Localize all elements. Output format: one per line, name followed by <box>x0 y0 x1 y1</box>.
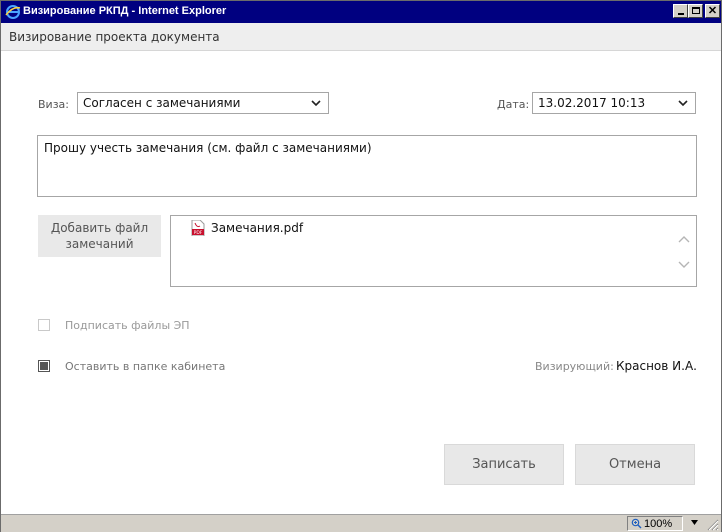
minimize-icon <box>678 13 684 15</box>
date-select[interactable]: 13.02.2017 10:13 <box>532 92 696 114</box>
zoom-magnifier-icon <box>631 518 642 529</box>
ie-window: Визирование РКПД - Internet Explorer ✕ В… <box>0 0 722 532</box>
close-icon: ✕ <box>707 5 718 17</box>
add-remarks-file-button[interactable]: Добавить файл замечаний <box>38 215 161 257</box>
keep-in-folder-checkbox[interactable] <box>38 360 50 372</box>
maximize-icon <box>692 7 700 14</box>
scroll-down-icon[interactable] <box>678 260 690 270</box>
date-label: Дата: <box>497 98 530 111</box>
pdf-icon: PDF <box>191 220 205 236</box>
date-value: 13.02.2017 10:13 <box>538 96 646 110</box>
dialog-header: Визирование проекта документа <box>1 23 721 51</box>
chevron-down-icon <box>678 100 688 107</box>
attached-files-list[interactable]: PDF Замечания.pdf <box>170 215 697 287</box>
cancel-button[interactable]: Отмена <box>575 444 695 485</box>
status-bar: 100% <box>1 514 721 532</box>
keep-in-folder-label: Оставить в папке кабинета <box>65 360 226 373</box>
chevron-down-icon <box>311 100 321 107</box>
visa-label: Виза: <box>38 98 69 111</box>
visa-value: Согласен с замечаниями <box>83 96 241 110</box>
titlebar: Визирование РКПД - Internet Explorer ✕ <box>1 1 721 23</box>
resize-grip-icon[interactable] <box>705 517 719 531</box>
approver-name: Краснов И.А. <box>616 359 697 373</box>
file-name: Замечания.pdf <box>211 221 304 235</box>
comment-textarea[interactable]: Прошу учесть замечания (см. файл с замеч… <box>37 135 697 197</box>
approver-label: Визирующий: <box>535 360 614 373</box>
scroll-up-icon[interactable] <box>678 234 690 244</box>
add-file-label: Добавить файл замечаний <box>50 221 149 251</box>
close-button[interactable]: ✕ <box>705 4 720 18</box>
maximize-button[interactable] <box>688 4 703 18</box>
svg-text:PDF: PDF <box>194 230 203 236</box>
zoom-control[interactable]: 100% <box>627 516 683 531</box>
internet-explorer-icon <box>5 5 21 19</box>
save-button[interactable]: Записать <box>444 444 564 485</box>
dialog-title: Визирование проекта документа <box>9 30 220 44</box>
window-title: Визирование РКПД - Internet Explorer <box>23 5 227 17</box>
visa-select[interactable]: Согласен с замечаниями <box>77 92 329 114</box>
sign-files-checkbox[interactable] <box>38 319 50 331</box>
comment-text: Прошу учесть замечания (см. файл с замеч… <box>44 141 372 155</box>
minimize-button[interactable] <box>673 4 688 18</box>
zoom-level: 100% <box>644 518 673 530</box>
zoom-dropdown-icon[interactable] <box>691 520 698 525</box>
sign-files-label: Подписать файлы ЭП <box>65 319 190 332</box>
checkbox-check-mark <box>40 362 48 370</box>
